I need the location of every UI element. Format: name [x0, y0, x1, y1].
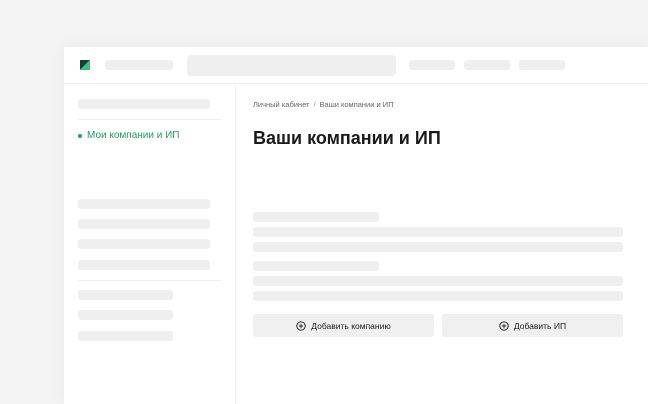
sidebar-skeleton-item[interactable] — [78, 219, 210, 229]
sidebar-skeleton-item[interactable] — [78, 99, 210, 109]
content-skeleton-line — [253, 276, 623, 286]
app-window: Мои компании и ИП Личный кабинет / Ваши ко… — [64, 47, 648, 404]
content-skeleton-line — [253, 291, 623, 301]
sidebar-skeleton-item[interactable] — [78, 290, 173, 300]
sidebar-item-label: Мои компании и ИП — [87, 130, 180, 141]
breadcrumb: Личный кабинет / Ваши компании и ИП — [253, 100, 394, 109]
content-skeleton-line — [253, 242, 623, 252]
company-logo-icon[interactable] — [80, 60, 90, 70]
header-skeleton-nav-1[interactable] — [409, 60, 455, 70]
breadcrumb-item[interactable]: Личный кабинет — [253, 100, 309, 109]
sidebar: Мои компании и ИП — [64, 84, 236, 404]
sidebar-skeleton-item[interactable] — [78, 199, 210, 209]
sidebar-skeleton-item[interactable] — [78, 310, 173, 320]
plus-circle-icon — [499, 320, 509, 331]
add-ip-button[interactable]: Добавить ИП — [442, 314, 623, 337]
content-skeleton-line — [253, 261, 379, 271]
plus-circle-icon — [296, 320, 306, 331]
sidebar-skeleton-item[interactable] — [78, 239, 210, 249]
sidebar-divider — [78, 119, 221, 120]
breadcrumb-separator: / — [313, 100, 316, 109]
header-skeleton-nav-3[interactable] — [519, 60, 565, 70]
header-skeleton-nav-2[interactable] — [464, 60, 510, 70]
top-header — [64, 47, 648, 84]
breadcrumb-item-current: Ваши компании и ИП — [319, 100, 394, 109]
content-skeleton-line — [253, 212, 379, 222]
main-content: Личный кабинет / Ваши компании и ИП Ваши к… — [236, 84, 648, 404]
active-dot-icon — [78, 133, 82, 138]
content-skeleton-line — [253, 227, 623, 237]
search-input-skeleton[interactable] — [187, 55, 396, 76]
sidebar-item-my-companies[interactable]: Мои компании и ИП — [78, 130, 179, 141]
sidebar-skeleton-item[interactable] — [78, 260, 210, 270]
sidebar-skeleton-item[interactable] — [78, 331, 173, 341]
page-title: Ваши компании и ИП — [253, 128, 441, 148]
add-company-button[interactable]: Добавить компанию — [253, 314, 434, 337]
sidebar-divider — [78, 280, 221, 281]
header-skeleton-brand — [105, 60, 173, 70]
add-ip-label: Добавить ИП — [513, 320, 567, 331]
add-company-label: Добавить компанию — [311, 320, 391, 331]
